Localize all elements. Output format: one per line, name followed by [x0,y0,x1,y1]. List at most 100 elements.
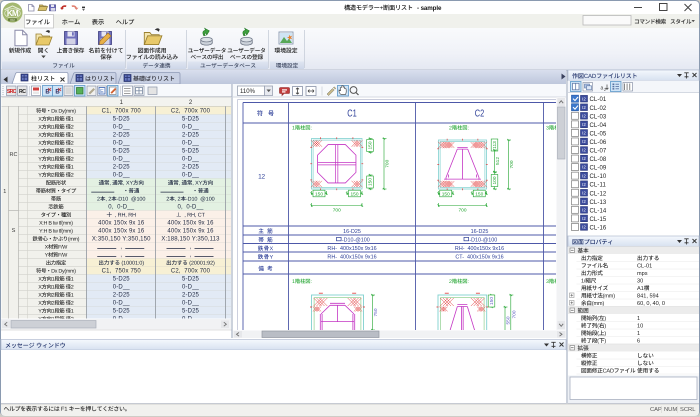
svg-text:5-D25: 5-D25 [182,149,200,155]
svg-text:I2: I2 [582,165,586,170]
svg-text:841, 594: 841, 594 [637,294,659,300]
svg-text:700: 700 [385,159,391,167]
svg-text:CL-14: CL-14 [590,208,607,214]
svg-text:I2: I2 [582,96,586,101]
svg-text:CL-12: CL-12 [590,191,607,197]
svg-text:700: 700 [458,208,466,214]
svg-text:0-D__: 0-D__ [182,285,200,291]
svg-text:2-D25: 2-D25 [113,293,131,299]
svg-text:750: 750 [373,308,379,316]
svg-text:1: 1 [637,331,640,337]
svg-text:0-D__: 0-D__ [113,157,131,163]
svg-text:E: E [100,89,104,95]
svg-text:0-D__: 0-D__ [113,141,131,147]
svg-text:C1, 750x 750: C1, 750x 750 [102,269,142,275]
svg-text:400x 150x 9x 16: 400x 150x 9x 16 [167,221,214,227]
svg-text:150: 150 [368,178,374,186]
svg-text:CL-01: CL-01 [590,97,607,103]
svg-text:CL-09: CL-09 [590,166,607,172]
svg-text:113: 113 [492,141,498,149]
svg-text:0-D__: 0-D__ [182,173,200,179]
svg-text:I2: I2 [582,207,586,212]
svg-text:0-D__: 0-D__ [113,173,131,179]
svg-text:CL-13: CL-13 [590,200,607,206]
svg-text:CL-08: CL-08 [590,157,607,163]
svg-text:2-D25: 2-D25 [113,133,131,139]
svg-text:5-D25: 5-D25 [113,149,131,155]
svg-text:CL-02: CL-02 [590,106,607,112]
svg-text:I2: I2 [582,148,586,153]
svg-text:I2: I2 [582,173,586,178]
svg-text:100: 100 [492,176,498,184]
svg-text:X:350,150 Y:350,150: X:350,150 Y:350,150 [92,237,151,243]
svg-text:- sample: - sample [417,5,442,12]
svg-text:0-D__: 0-D__ [182,141,200,147]
svg-text:512: 512 [495,157,501,165]
svg-text:RH- 400x150x 9x16: RH- 400x150x 9x16 [455,246,504,252]
svg-text:0-D__: 0-D__ [113,125,131,131]
svg-text:RC: RC [19,89,26,95]
svg-text:CL-10: CL-10 [590,174,607,180]
svg-text:150: 150 [442,192,450,198]
svg-text:12: 12 [258,174,265,181]
svg-text:400x 150x 9x 16: 400x 150x 9x 16 [167,229,214,235]
svg-text:CL-04: CL-04 [590,123,607,129]
svg-text:700: 700 [509,160,515,168]
svg-text:RH- 400x150x 9x16: RH- 400x150x 9x16 [327,255,376,261]
svg-text:60, 0, 40, 0: 60, 0, 40, 0 [637,301,665,307]
svg-text:CL-16: CL-16 [590,225,607,231]
svg-text:700: 700 [511,310,517,318]
svg-text:C2, 700x 700: C2, 700x 700 [171,109,211,115]
svg-text:1: 1 [637,316,640,322]
svg-text:2-D25: 2-D25 [113,165,131,171]
svg-text:SCRL: SCRL [680,407,696,413]
svg-text:5-D25: 5-D25 [182,309,200,315]
svg-text:150: 150 [368,141,374,149]
svg-text:B: B [55,90,60,96]
svg-text:CL-15: CL-15 [590,217,607,223]
svg-text:RH- 400x150x 9x16: RH- 400x150x 9x16 [327,246,376,252]
svg-text:I2: I2 [582,225,586,230]
svg-text:0-D__: 0-D__ [113,285,131,291]
svg-text:5-D25: 5-D25 [182,117,200,123]
svg-text:C2: C2 [475,108,485,120]
svg-text:BIM: BIM [10,18,15,22]
svg-text:NUM: NUM [664,407,677,413]
svg-text:150: 150 [489,297,495,305]
svg-text:2-D25: 2-D25 [182,165,200,171]
svg-text:1: 1 [3,189,6,195]
svg-text:CL-03: CL-03 [590,114,607,120]
svg-text:16-D25: 16-D25 [471,229,489,235]
svg-text:CL-01: CL-01 [637,264,652,270]
svg-text:KM: KM [7,9,19,18]
svg-text:400x 150x 9x 16: 400x 150x 9x 16 [98,229,145,235]
svg-text:CL-07: CL-07 [590,149,607,155]
svg-text:2-D25: 2-D25 [182,293,200,299]
svg-text:I2: I2 [582,139,586,144]
svg-text:I2: I2 [582,113,586,118]
svg-text:I2: I2 [582,182,586,187]
svg-text:5-D25: 5-D25 [113,277,131,283]
svg-text:10: 10 [637,324,643,330]
svg-text:6: 6 [637,339,640,345]
svg-text:110%: 110% [240,89,256,95]
svg-text:0, 0-D__: 0, 0-D__ [177,205,204,211]
svg-text:B: B [45,90,50,96]
svg-text:0-D__: 0-D__ [113,301,131,307]
svg-text:5-D25: 5-D25 [182,277,200,283]
svg-text:0-D__: 0-D__ [182,301,200,307]
svg-text:C1, 700x 700: C1, 700x 700 [102,109,142,115]
svg-text:16-D25: 16-D25 [343,229,361,235]
svg-text:CL-11: CL-11 [590,183,607,189]
svg-text:mps: mps [637,271,648,277]
svg-text:SRC: SRC [7,89,17,95]
svg-text:150: 150 [475,192,483,198]
svg-text:5-D25: 5-D25 [113,117,131,123]
svg-text:0-D__: 0-D__ [182,157,200,163]
svg-text:30: 30 [637,279,643,285]
svg-text:I2: I2 [582,122,586,127]
svg-text:I2: I2 [582,190,586,195]
svg-text:150: 150 [350,192,358,198]
svg-text:CAP: CAP [650,407,662,413]
svg-text:-D10-@100: -D10-@100 [342,238,370,244]
